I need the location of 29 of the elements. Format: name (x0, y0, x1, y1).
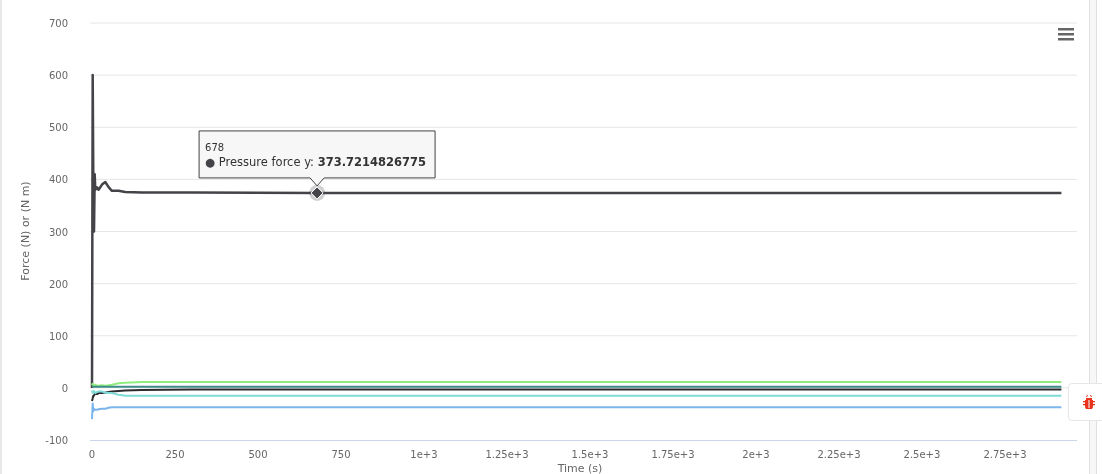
y-tick-label: -100 (45, 435, 68, 446)
bug-icon (1082, 395, 1096, 409)
menu-icon[interactable] (1058, 28, 1074, 41)
x-tick-label: 750 (331, 449, 351, 460)
y-tick-label: 600 (48, 70, 68, 82)
x-tick-label: 250 (165, 449, 185, 460)
bug-button[interactable] (1068, 383, 1102, 421)
x-tick-label: 1.75e+3 (651, 449, 695, 460)
y-tick-label: 700 (48, 18, 68, 29)
x-tick-label: 2.75e+3 (983, 449, 1027, 460)
data-point-marker (309, 184, 326, 201)
x-tick-label: 2.5e+3 (903, 449, 941, 460)
tooltip-value: ● Pressure force y: 373.7214826775 (205, 154, 427, 169)
x-tick-label: 2e+3 (742, 449, 770, 460)
x-tick-label: 1e+3 (410, 449, 438, 460)
x-tick-label: 1.25e+3 (485, 449, 529, 460)
x-tick-label: 500 (248, 449, 268, 460)
y-tick-label: 500 (48, 122, 68, 134)
y-tick-label: 300 (48, 226, 68, 238)
x-tick-label: 1.5e+3 (571, 449, 609, 460)
y-tick-label: 0 (61, 382, 68, 394)
y-tick-label: 200 (48, 278, 68, 290)
y-tick-label: 100 (48, 330, 68, 342)
y-axis-title: Force (N) or (N m) (19, 181, 32, 281)
y-tick-label: 400 (48, 174, 68, 186)
tooltip-header: 678 (205, 141, 225, 153)
x-tick-label: 2.25e+3 (817, 449, 861, 460)
x-tick-label: 0 (88, 449, 96, 460)
x-axis-title: Time (s) (557, 462, 603, 474)
